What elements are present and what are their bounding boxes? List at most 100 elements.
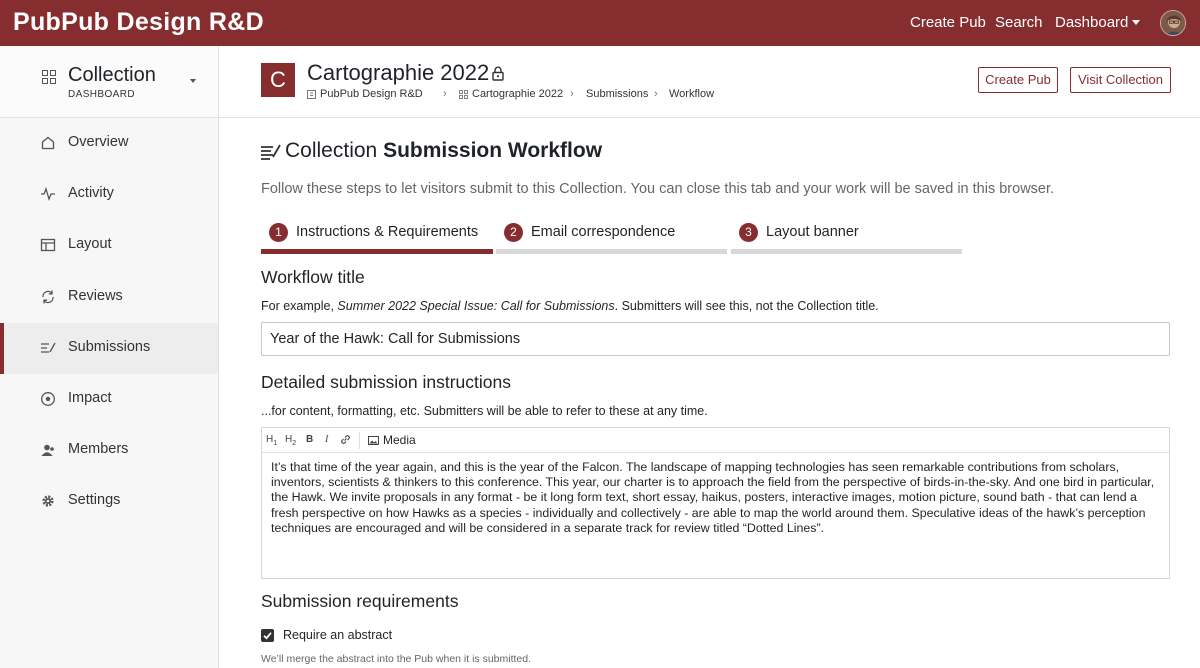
instructions-line: It’s that time of the year again, and th… (271, 460, 1120, 474)
instructions-line: fresh perspective on how Hawks as a spec… (271, 505, 1146, 520)
step-progress-bar (261, 249, 493, 254)
sidebar-item-label: Layout (68, 236, 112, 252)
bold-button[interactable]: B (306, 434, 313, 445)
sidebar-item-label: Reviews (68, 288, 123, 304)
sidebar-item-reviews[interactable]: Reviews (0, 272, 218, 323)
collection-header: C Cartographie 2022 PubPub Design R&D › … (219, 46, 1200, 118)
top-bar: PubPub Design R&D Create Pub Search Dash… (0, 0, 1200, 46)
top-create-pub-link[interactable]: Create Pub (910, 14, 986, 31)
image-icon (368, 436, 379, 445)
sidebar-item-settings[interactable]: Settings (0, 476, 218, 527)
chevron-right-icon: › (570, 88, 574, 100)
italic-button[interactable]: I (325, 434, 328, 445)
sidebar-item-label: Settings (68, 492, 121, 508)
layout-icon (40, 238, 56, 252)
sidebar-item-activity[interactable]: Activity (0, 169, 218, 220)
step-label: Instructions & Requirements (296, 224, 479, 240)
workflow-title-input[interactable] (261, 322, 1170, 356)
collection-logo: C (261, 63, 295, 97)
lock-icon (492, 66, 504, 81)
submissions-icon (261, 144, 281, 160)
community-brand[interactable]: PubPub Design R&D (13, 8, 264, 37)
breadcrumb-community[interactable]: PubPub Design R&D (320, 88, 423, 100)
sidebar-item-layout[interactable]: Layout (0, 220, 218, 271)
workflow-heading-prefix: Collection (285, 139, 378, 162)
heading-2-button[interactable]: H2 (285, 434, 296, 447)
sidebar-item-members[interactable]: Members (0, 425, 218, 476)
step-tab-email[interactable]: 2 Email correspondence (496, 218, 727, 258)
step-number: 1 (269, 223, 288, 242)
sidebar-item-label: Activity (68, 185, 114, 201)
collection-grid-icon (459, 90, 468, 99)
page-title: Cartographie 2022 (307, 60, 490, 85)
instructions-line: inventors, scientists & thinkers to this… (271, 475, 1155, 490)
members-icon (41, 444, 54, 456)
workflow-heading: Collection Submission Workflow (285, 139, 602, 163)
instructions-line: techniques are encouraged and will be co… (271, 520, 825, 535)
h1-subscript: 1 (273, 440, 278, 447)
sidebar-item-label: Overview (68, 134, 129, 150)
sidebar-item-submissions[interactable]: Submissions (0, 323, 218, 374)
media-label: Media (383, 433, 416, 447)
avatar[interactable] (1160, 10, 1186, 36)
home-icon (41, 136, 55, 150)
visit-collection-button[interactable]: Visit Collection (1070, 67, 1171, 93)
checkmark-icon (263, 632, 272, 640)
h2-subscript: 2 (292, 440, 297, 447)
breadcrumb-submissions[interactable]: Submissions (586, 88, 648, 100)
reviews-icon (42, 290, 54, 304)
sidebar: Collection DASHBOARD Overview Activity L… (0, 46, 219, 668)
instructions-hint: ...for content, formatting, etc. Submitt… (261, 404, 708, 418)
collection-grid-icon (42, 70, 56, 84)
collection-subtitle: DASHBOARD (68, 89, 135, 100)
top-search-link[interactable]: Search (995, 14, 1043, 31)
abstract-note: We’ll merge the abstract into the Pub wh… (261, 653, 532, 665)
requirements-heading: Submission requirements (261, 591, 459, 611)
workflow-title-heading: Workflow title (261, 267, 365, 287)
step-progress-bar (731, 249, 962, 254)
step-progress-bar (496, 249, 727, 254)
chevron-down-icon[interactable] (190, 79, 196, 83)
instructions-line: the Hawk. We invite proposals in any for… (271, 490, 1137, 505)
instructions-heading: Detailed submission instructions (261, 372, 511, 392)
breadcrumb-collection[interactable]: Cartographie 2022 (472, 88, 563, 100)
create-pub-button[interactable]: Create Pub (978, 67, 1058, 93)
gear-icon (42, 495, 54, 507)
heading-1-button[interactable]: H1 (266, 434, 277, 447)
hint-example: Summer 2022 Special Issue: Call for Subm… (337, 299, 615, 313)
link-icon[interactable] (340, 434, 351, 445)
workflow-title-hint: For example, Summer 2022 Special Issue: … (261, 299, 879, 313)
editor-toolbar: H1 H2 B I Media (262, 428, 1169, 453)
require-abstract-checkbox[interactable] (261, 629, 274, 642)
workflow-description: Follow these steps to let visitors submi… (261, 181, 1055, 197)
collection-title: Collection (68, 64, 156, 86)
step-tab-instructions[interactable]: 1 Instructions & Requirements (261, 218, 493, 258)
chevron-right-icon: › (654, 88, 658, 100)
sidebar-item-label: Members (68, 441, 129, 457)
instructions-editor[interactable]: H1 H2 B I Media It’s that time of the ye… (261, 427, 1170, 579)
step-number: 3 (739, 223, 758, 242)
chevron-down-icon[interactable] (1132, 20, 1140, 25)
sidebar-item-label: Submissions (68, 339, 151, 355)
submissions-icon (41, 342, 56, 353)
impact-icon (41, 392, 55, 406)
hint-prefix: For example, (261, 299, 338, 313)
step-tab-layout-banner[interactable]: 3 Layout banner (731, 218, 962, 258)
activity-icon (41, 187, 55, 201)
hint-suffix: . Submitters will see this, not the Coll… (614, 299, 879, 313)
step-label: Email correspondence (531, 224, 676, 240)
step-number: 2 (504, 223, 523, 242)
community-icon (307, 90, 316, 99)
sidebar-item-impact[interactable]: Impact (0, 374, 218, 425)
sidebar-item-overview[interactable]: Overview (0, 118, 218, 169)
workflow-heading-bold: Submission Workflow (383, 139, 603, 162)
breadcrumb-workflow[interactable]: Workflow (669, 88, 714, 100)
instructions-text[interactable]: It’s that time of the year again, and th… (271, 460, 1161, 536)
toolbar-divider (359, 432, 360, 449)
step-label: Layout banner (766, 224, 859, 240)
chevron-right-icon: › (443, 88, 447, 100)
sidebar-item-label: Impact (68, 390, 112, 406)
require-abstract-label[interactable]: Require an abstract (283, 628, 392, 642)
dashboard-menu[interactable]: Dashboard (1055, 14, 1128, 31)
collection-switcher[interactable]: Collection DASHBOARD (0, 46, 218, 118)
